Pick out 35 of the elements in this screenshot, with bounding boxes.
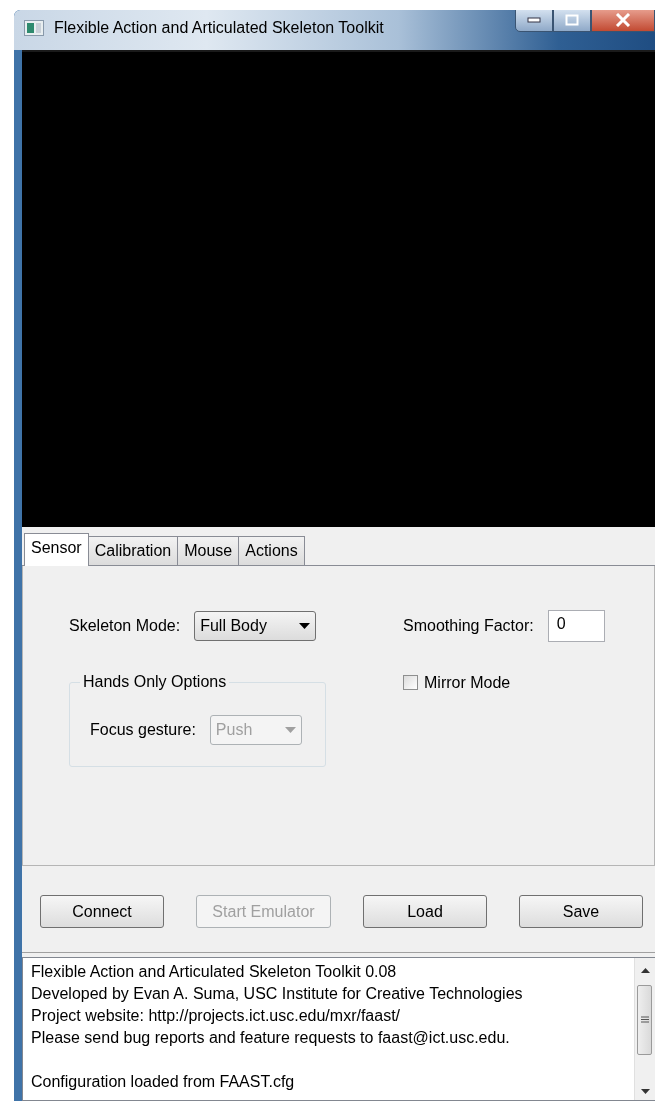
maximize-button[interactable]: [553, 10, 591, 32]
tab[interactable]: Sensor: [24, 532, 89, 566]
log-line: Please send bug reports and feature requests to faast@ict.usc.edu.: [31, 1027, 511, 1048]
field-label: Focus gesture:: [90, 720, 196, 739]
button[interactable]: Connect: [40, 895, 164, 929]
input-field[interactable]: 0: [547, 609, 605, 642]
dropdown-arrow-icon: [284, 726, 296, 733]
field-label: Skeleton Mode:: [69, 616, 181, 635]
grip-icon: [640, 1016, 649, 1024]
minimize-icon: [527, 17, 541, 23]
app-icon: [24, 20, 44, 36]
scroll-thumb[interactable]: [637, 984, 652, 1055]
log-line: Configuration loaded from FAAST.cfg: [31, 1071, 296, 1092]
tab[interactable]: Actions: [238, 535, 305, 565]
maximize-icon: [565, 14, 579, 26]
checkbox[interactable]: [403, 675, 418, 691]
button[interactable]: Load: [363, 895, 487, 929]
window-title: Flexible Action and Articulated Skeleton Toolkit: [54, 19, 384, 37]
dropdown-arrow-icon: [299, 622, 311, 629]
log-line: Developed by Evan A. Suma, USC Institute for Creative Technologies: [31, 983, 524, 1004]
close-icon: [615, 13, 631, 27]
log-line: Project website: http://projects.ict.usc.edu/mxr/faast/: [31, 1005, 402, 1026]
button[interactable]: Save: [519, 895, 643, 929]
dropdown[interactable]: Full Body: [194, 610, 317, 641]
close-button[interactable]: [591, 10, 655, 32]
field-label: Smoothing Factor:: [403, 616, 534, 635]
scrollbar[interactable]: [634, 957, 655, 1100]
checkbox-label: Mirror Mode: [424, 673, 511, 692]
minimize-button[interactable]: [515, 10, 553, 32]
tab[interactable]: Mouse: [177, 535, 240, 565]
log-line: Flexible Action and Articulated Skeleton Toolkit 0.08: [31, 961, 398, 982]
scroll-up-icon[interactable]: [640, 967, 650, 973]
group-title: Hands Only Options: [80, 672, 230, 691]
tab[interactable]: Calibration: [87, 535, 179, 565]
scroll-down-icon[interactable]: [640, 1089, 650, 1094]
